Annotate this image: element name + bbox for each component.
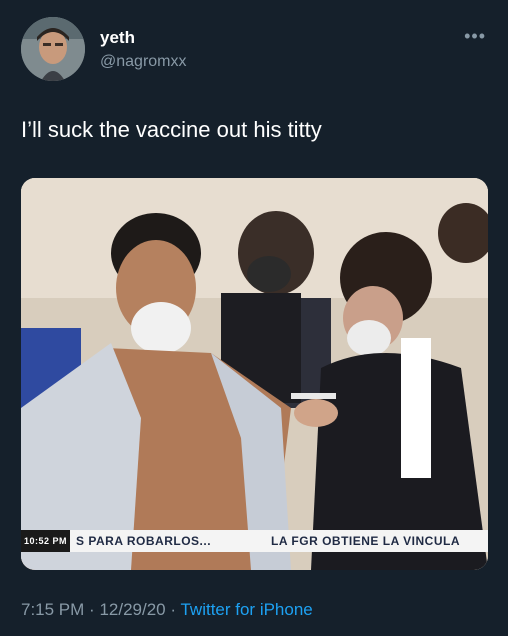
news-chyron: 10:52 PM S PARA ROBARLOS... LA FGR OBTIE… (21, 530, 488, 552)
chyron-time: 10:52 PM (21, 530, 71, 552)
tweet-source-link[interactable]: Twitter for iPhone (180, 600, 312, 619)
user-handle[interactable]: @nagromxx (100, 53, 187, 71)
media-photo (21, 178, 488, 570)
chyron-text-left: S PARA ROBARLOS... (76, 534, 212, 548)
meta-separator: · (89, 600, 95, 619)
tweet-text: I’ll suck the vaccine out his titty (21, 117, 322, 142)
tweet-media[interactable]: 10:52 PM S PARA ROBARLOS... LA FGR OBTIE… (21, 178, 488, 570)
display-name[interactable]: yeth (100, 28, 135, 48)
tweet-date[interactable]: 12/29/20 (99, 600, 165, 619)
meta-separator-2: · (170, 600, 177, 619)
avatar[interactable] (21, 17, 85, 81)
more-icon[interactable]: ••• (464, 27, 486, 45)
avatar-image (21, 17, 85, 81)
tweet-meta: 7:15 PM · 12/29/20 · Twitter for iPhone (21, 600, 313, 620)
tweet-time[interactable]: 7:15 PM (21, 600, 84, 619)
chyron-text-right: LA FGR OBTIENE LA VINCULA (271, 534, 460, 548)
